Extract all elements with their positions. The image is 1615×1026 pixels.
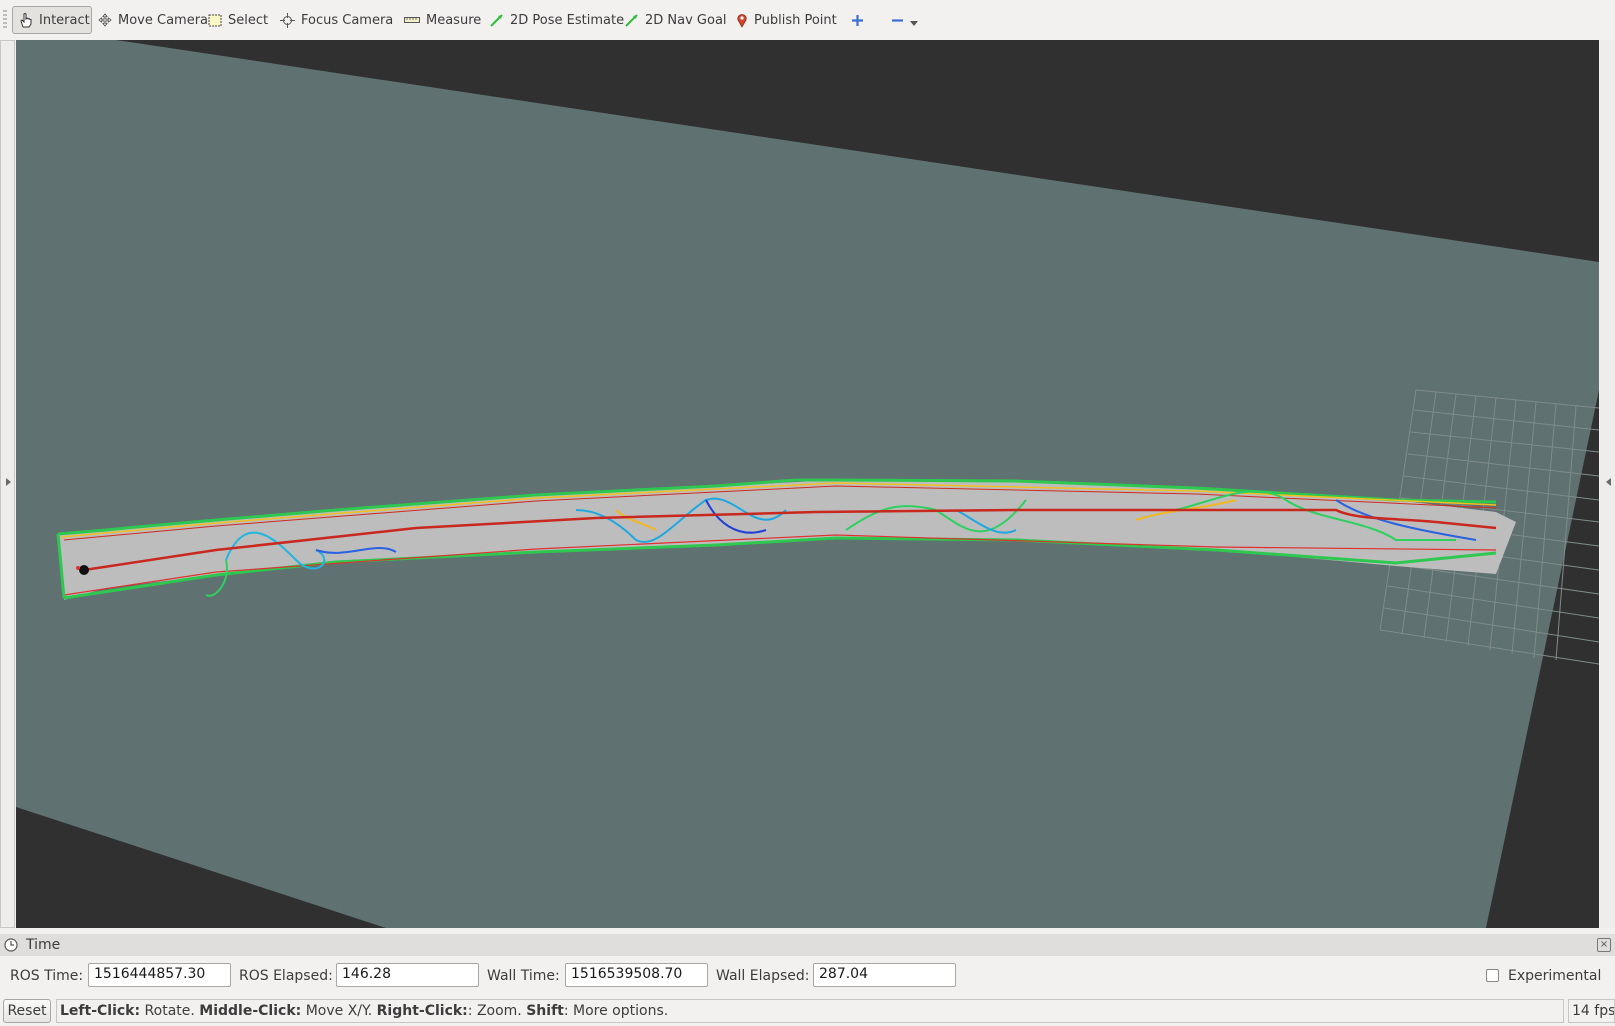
2d-nav-goal-tool-button[interactable]: 2D Nav Goal (619, 6, 733, 34)
measure-tool-button[interactable]: Measure (398, 6, 487, 34)
green-arrow-icon (490, 14, 503, 27)
2d-nav-goal-label: 2D Nav Goal (645, 12, 727, 28)
reset-button[interactable]: Reset (3, 999, 51, 1023)
map-scene (16, 40, 1599, 928)
select-label: Select (228, 12, 269, 28)
interact-tool-button[interactable]: Interact (12, 6, 92, 34)
remove-tool-button[interactable] (885, 6, 924, 34)
experimental-label: Experimental (1508, 968, 1602, 984)
time-panel: ROS Time: 1516444857.30 ROS Elapsed: 146… (0, 960, 1615, 992)
wall-time-field[interactable]: 1516539508.70 (565, 963, 708, 987)
publish-point-label: Publish Point (754, 12, 837, 28)
hint-right-click: Right-Click: (376, 1003, 468, 1019)
move-camera-tool-button[interactable]: Move Camera (92, 6, 214, 34)
focus-camera-label: Focus Camera (301, 12, 394, 28)
select-tool-button[interactable]: Select (202, 6, 274, 34)
hand-cursor-icon (20, 13, 32, 28)
robot-start-marker (79, 565, 89, 575)
move-camera-label: Move Camera (118, 12, 209, 28)
green-arrow-icon (625, 14, 638, 27)
render-viewport[interactable] (16, 40, 1599, 928)
toolbar-grip[interactable] (3, 10, 7, 30)
ros-time-label: ROS Time: (10, 968, 84, 984)
hint-left-click: Left-Click: (60, 1003, 141, 1019)
minus-icon (892, 18, 903, 22)
status-bar: Reset Left-Click: Rotate. Middle-Click: … (0, 996, 1615, 1026)
time-panel-title: Time (26, 937, 61, 953)
toolbar: Interact Move Camera Select Focus Camera… (0, 0, 1615, 40)
wall-elapsed-field[interactable]: 287.04 (813, 963, 956, 987)
experimental-checkbox[interactable] (1486, 969, 1499, 982)
chevron-down-icon (910, 21, 918, 26)
ros-elapsed-field[interactable]: 146.28 (336, 963, 479, 987)
wall-elapsed-label: Wall Elapsed: (716, 968, 810, 984)
selection-box-icon (208, 14, 222, 26)
close-icon[interactable]: × (1597, 938, 1611, 952)
publish-point-tool-button[interactable]: Publish Point (730, 6, 843, 34)
ruler-icon (404, 17, 420, 23)
time-panel-header: Time × (0, 934, 1615, 956)
clock-icon (4, 938, 18, 952)
plus-icon (852, 14, 863, 26)
interact-label: Interact (39, 12, 90, 28)
mouse-hint: Left-Click: Rotate. Middle-Click: Move X… (56, 999, 1564, 1023)
fps-counter: 14 fps (1568, 999, 1615, 1023)
hint-shift: Shift (526, 1003, 564, 1019)
add-tool-button[interactable] (845, 6, 870, 34)
hint-middle-click: Middle-Click: (199, 1003, 302, 1019)
expand-left-arrow-icon[interactable] (6, 478, 11, 486)
ros-time-field[interactable]: 1516444857.30 (88, 963, 231, 987)
move-arrows-icon (98, 13, 112, 27)
measure-label: Measure (426, 12, 482, 28)
expand-right-arrow-icon[interactable] (1606, 478, 1611, 486)
focus-camera-tool-button[interactable]: Focus Camera (274, 6, 399, 34)
2d-pose-estimate-tool-button[interactable]: 2D Pose Estimate (484, 6, 630, 34)
2d-pose-estimate-label: 2D Pose Estimate (510, 12, 625, 28)
map-pin-icon (737, 13, 747, 28)
ros-elapsed-label: ROS Elapsed: (239, 968, 333, 984)
wall-time-label: Wall Time: (487, 968, 560, 984)
crosshair-icon (280, 12, 295, 28)
